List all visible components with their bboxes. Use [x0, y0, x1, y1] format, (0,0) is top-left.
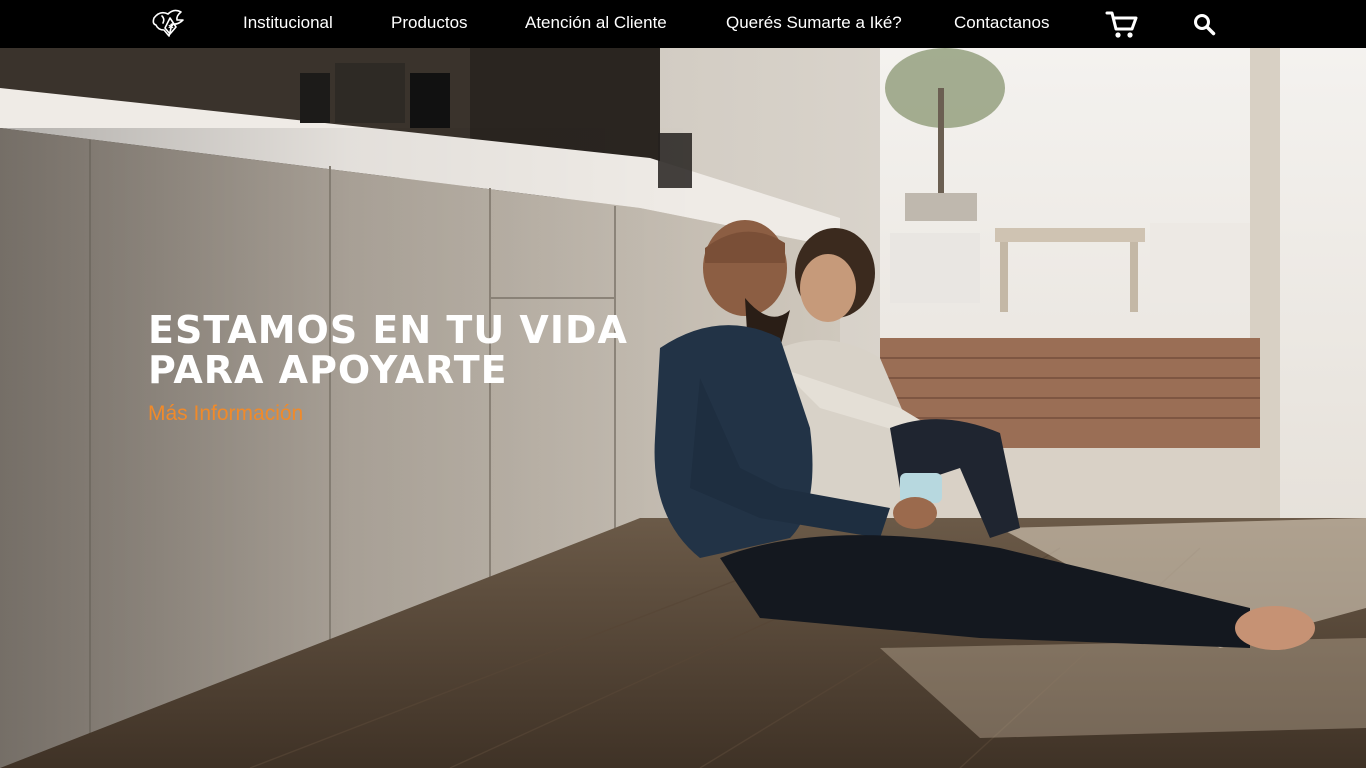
nav-item-queres-sumarte[interactable]: Querés Sumarte a Iké?	[726, 13, 902, 33]
search-icon[interactable]	[1192, 12, 1216, 36]
hero-title-line-1: ESTAMOS EN TU VIDA	[148, 308, 628, 352]
nav-item-institucional[interactable]: Institucional	[243, 13, 333, 33]
hero-banner: ESTAMOS EN TU VIDA PARA APOYARTE Más Inf…	[0, 48, 1366, 768]
hero-title: ESTAMOS EN TU VIDA PARA APOYARTE	[148, 310, 668, 390]
hero-text-block: ESTAMOS EN TU VIDA PARA APOYARTE Más Inf…	[148, 310, 668, 426]
ike-logo-icon[interactable]: ✱	[150, 6, 188, 40]
mas-informacion-link[interactable]: Más Información	[148, 402, 303, 426]
top-navbar: ✱ Institucional Productos Atención al Cl…	[0, 0, 1366, 48]
hero-title-line-2: PARA APOYARTE	[148, 348, 508, 392]
svg-text:✱: ✱	[168, 23, 174, 31]
nav-item-atencion-al-cliente[interactable]: Atención al Cliente	[525, 13, 667, 33]
nav-item-productos[interactable]: Productos	[391, 13, 468, 33]
nav-item-contactanos[interactable]: Contactanos	[954, 13, 1049, 33]
cart-icon[interactable]	[1105, 10, 1139, 40]
